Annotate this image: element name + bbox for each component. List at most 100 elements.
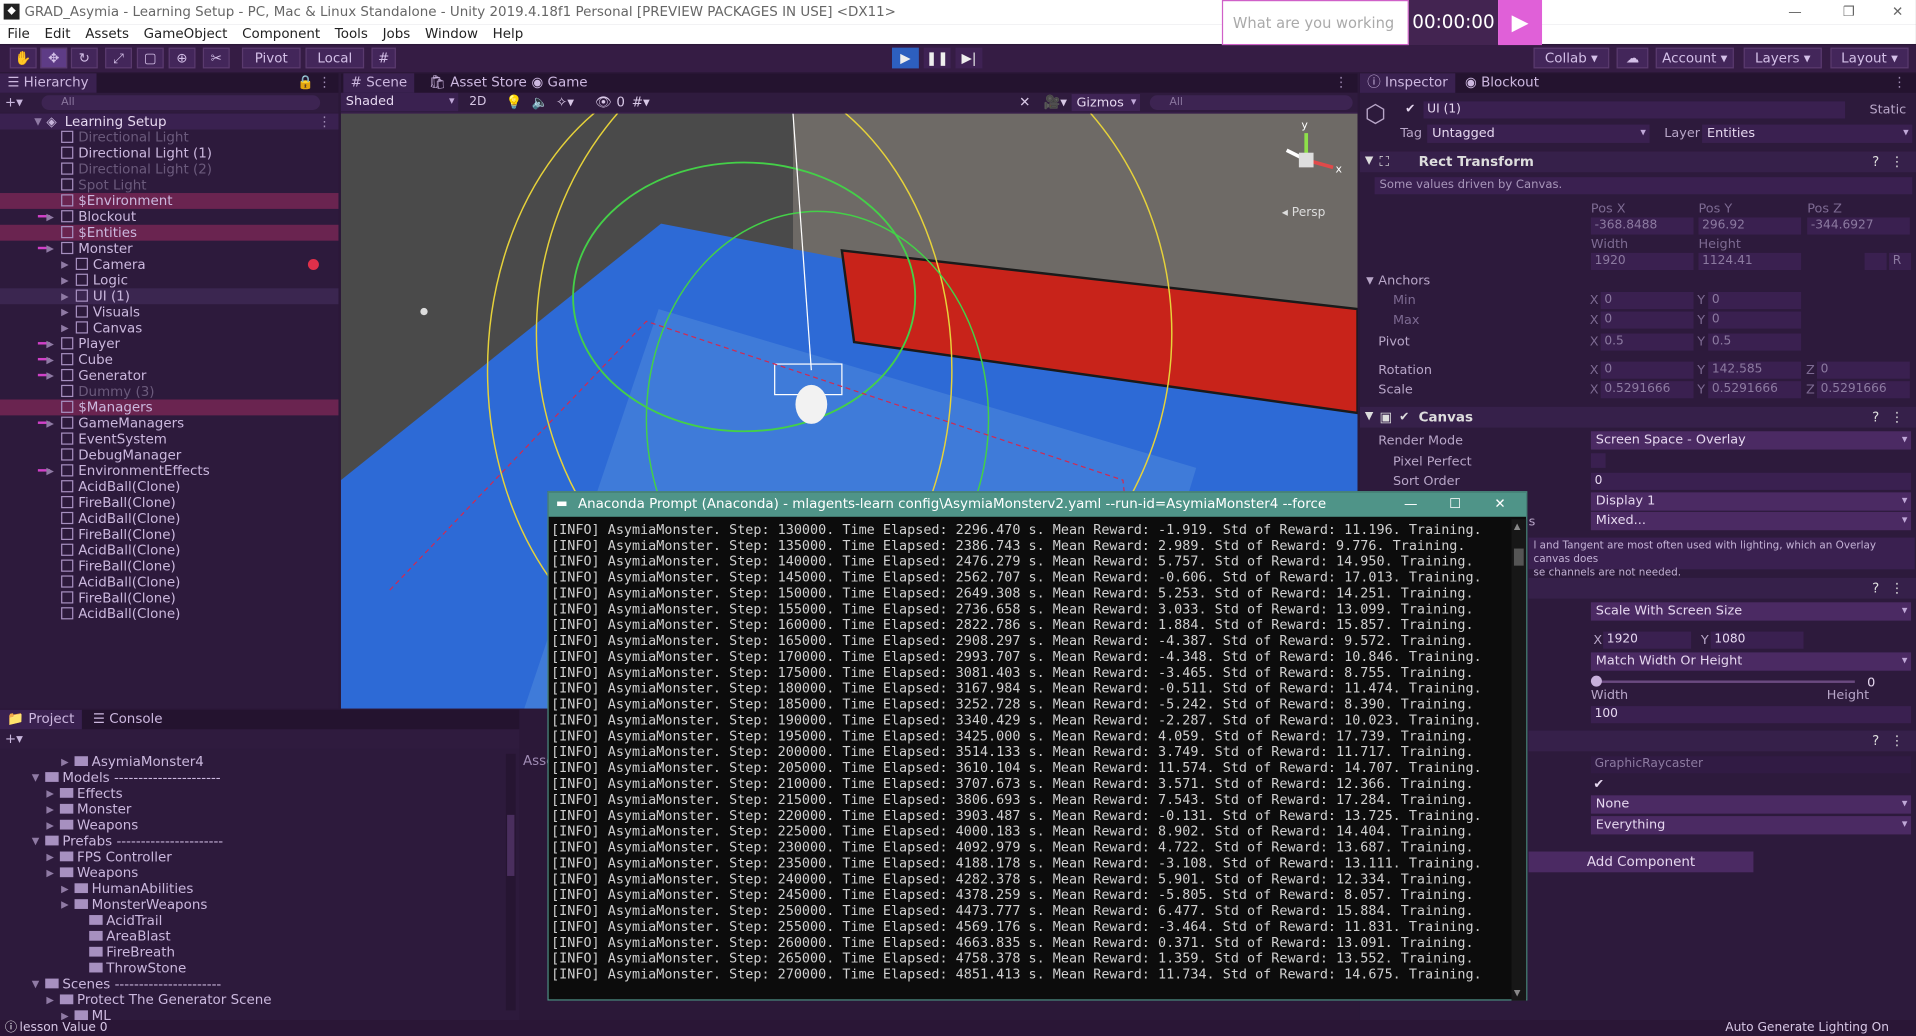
collapse-arrow-icon[interactable]: ▼ — [1366, 275, 1374, 286]
scale-field[interactable]: 0.5291666 — [1816, 381, 1910, 399]
pivot-field[interactable]: 0.5 — [1708, 333, 1802, 351]
ui-scale-mode-dropdown[interactable]: Scale With Screen Size — [1590, 602, 1912, 621]
expand-arrow-icon[interactable]: ▶ — [61, 288, 69, 304]
menu-assets[interactable]: Assets — [85, 24, 129, 44]
project-folder-item[interactable]: ▼ Models ---------------------- — [0, 770, 519, 786]
rotation-field[interactable]: 142.585 — [1708, 361, 1802, 379]
lock-icon[interactable]: 🔒 — [297, 73, 314, 93]
project-folder-item[interactable]: AreaBlast — [0, 928, 519, 944]
hierarchy-item[interactable]: FireBall(Clone) — [0, 495, 338, 511]
help-icon[interactable]: ? — [1872, 407, 1879, 428]
hierarchy-item[interactable]: AcidBall(Clone) — [0, 511, 338, 527]
tag-dropdown[interactable]: Untagged — [1427, 124, 1650, 143]
project-folder-item[interactable]: ThrowStone — [0, 960, 519, 976]
hierarchy-item[interactable]: ▶ Visuals — [0, 304, 338, 320]
collab-dropdown[interactable]: Collab ▾ — [1533, 47, 1610, 69]
raw-edit-button[interactable]: R — [1889, 252, 1912, 270]
hierarchy-item[interactable]: Directional Light (2) — [0, 161, 338, 177]
tab-project[interactable]: 📁 Project — [0, 709, 82, 730]
hierarchy-item[interactable]: AcidBall(Clone) — [0, 574, 338, 590]
hierarchy-item[interactable]: Directional Light — [0, 130, 338, 145]
hierarchy-item[interactable]: ▶ UI (1) — [0, 288, 339, 305]
panel-menu-icon[interactable]: ⋮ — [318, 73, 331, 93]
anaconda-prompt-window[interactable]: ▬ Anaconda Prompt (Anaconda) - mlagents-… — [547, 491, 1528, 1001]
pos-field[interactable]: -368.8488 — [1590, 217, 1694, 235]
pause-button[interactable]: ❚❚ — [923, 47, 951, 69]
expand-arrow-icon[interactable]: ▶ — [46, 865, 54, 881]
timer-play-button[interactable]: ▶ — [1498, 0, 1543, 46]
move-tool-icon[interactable]: ✥ — [40, 47, 68, 69]
terminal-minimize-button[interactable]: — — [1404, 492, 1417, 516]
menu-edit[interactable]: Edit — [45, 24, 71, 44]
account-dropdown[interactable]: Account ▾ — [1655, 47, 1734, 69]
scroll-up-icon[interactable]: ▲ — [1514, 522, 1524, 532]
hierarchy-item[interactable]: AcidBall(Clone) — [0, 606, 338, 622]
camera-dropdown-icon[interactable]: 🎥▾ — [1044, 93, 1067, 113]
active-checkbox[interactable]: ✔ — [1405, 103, 1415, 116]
anchor-min-field[interactable]: 0 — [1600, 291, 1694, 310]
project-folder-item[interactable]: ▶ MonsterWeapons — [0, 897, 519, 913]
tab-console[interactable]: ☰ Console — [86, 710, 170, 730]
tab-inspector[interactable]: ⓘ Inspector — [1359, 73, 1456, 93]
component-menu-icon[interactable]: ⋮ — [1890, 151, 1903, 172]
pixel-perfect-checkbox[interactable] — [1590, 453, 1606, 468]
expand-arrow-icon[interactable]: ▶ — [46, 241, 54, 257]
work-search-input[interactable]: What are you working on? — [1221, 0, 1409, 76]
pivot-toggle[interactable]: Pivot — [241, 47, 301, 69]
play-button[interactable]: ▶ — [891, 47, 919, 69]
2d-toggle[interactable]: 2D — [469, 93, 486, 113]
expand-arrow-icon[interactable]: ▶ — [46, 992, 54, 1008]
scene-menu-icon[interactable]: ⋮ — [1334, 73, 1347, 93]
tab-game[interactable]: ◉ Game — [524, 73, 595, 93]
scale-tool-icon[interactable]: ⤢ — [105, 47, 132, 69]
hierarchy-item[interactable]: DebugManager — [0, 447, 338, 463]
snap-grid-icon[interactable]: # — [371, 47, 396, 69]
terminal-scroll-thumb[interactable] — [1513, 548, 1524, 566]
expand-arrow-icon[interactable]: ▶ — [61, 304, 69, 320]
menu-gameobject[interactable]: GameObject — [144, 24, 228, 44]
tab-asset-store[interactable]: 🛍 Asset Store — [422, 73, 535, 93]
sort-order-field[interactable]: 0 — [1590, 472, 1912, 490]
hierarchy-item[interactable]: ▶ Player — [0, 336, 338, 352]
scene-menu-icon[interactable]: ⋮ — [318, 114, 331, 130]
hierarchy-item[interactable]: ▶ EnvironmentEffects — [0, 463, 338, 479]
monster-object[interactable] — [795, 384, 828, 424]
terminal-close-button[interactable]: ✕ — [1494, 492, 1505, 516]
inspector-menu-icon[interactable]: ⋮ — [1893, 73, 1906, 93]
expand-arrow-icon[interactable]: ▼ — [32, 770, 40, 786]
project-folder-item[interactable]: ▶ HumanAbilities — [0, 881, 519, 897]
ignore-reversed-checkbox[interactable]: ✔ — [1593, 777, 1604, 792]
component-menu-icon[interactable]: ⋮ — [1890, 407, 1903, 428]
hierarchy-item[interactable]: AcidBall(Clone) — [0, 479, 338, 495]
step-button[interactable]: ▶| — [955, 47, 983, 69]
expand-arrow-icon[interactable]: ▶ — [46, 336, 54, 352]
expand-arrow-icon[interactable]: ▶ — [46, 368, 54, 384]
pos-field[interactable]: -344.6927 — [1807, 217, 1910, 235]
reference-resolution-x[interactable]: 1920 — [1603, 631, 1692, 649]
terminal-title-bar[interactable]: ▬ Anaconda Prompt (Anaconda) - mlagents-… — [548, 492, 1527, 517]
lighting-toggle-icon[interactable]: 💡 — [506, 93, 523, 113]
match-slider-handle[interactable] — [1590, 675, 1602, 687]
project-folder-item[interactable]: ▶ Weapons — [0, 865, 519, 881]
anchor-max-field[interactable]: 0 — [1708, 311, 1802, 329]
hierarchy-item[interactable]: $Managers — [0, 399, 339, 416]
pivot-field[interactable]: 0.5 — [1600, 333, 1694, 351]
expand-arrow-icon[interactable]: ▶ — [61, 257, 69, 273]
help-icon[interactable]: ? — [1872, 731, 1879, 752]
project-scrollbar-thumb[interactable] — [507, 814, 515, 876]
menu-jobs[interactable]: Jobs — [383, 24, 411, 44]
menu-component[interactable]: Component — [242, 24, 320, 44]
size-field[interactable]: 1124.41 — [1698, 252, 1802, 270]
menu-window[interactable]: Window — [425, 24, 478, 44]
help-icon[interactable]: ? — [1872, 151, 1879, 172]
menu-file[interactable]: File — [7, 24, 30, 44]
canvas-header[interactable]: ▼ ▣ ✔ Canvas ? ⋮ — [1359, 406, 1916, 428]
layout-dropdown[interactable]: Layout ▾ — [1830, 47, 1909, 69]
audio-toggle-icon[interactable]: 🔈 — [532, 93, 549, 113]
add-component-button[interactable]: Add Component — [1528, 851, 1754, 873]
component-menu-icon[interactable]: ⋮ — [1890, 578, 1903, 599]
maximize-button[interactable]: ❐ — [1830, 0, 1867, 24]
hierarchy-item[interactable]: FireBall(Clone) — [0, 590, 338, 606]
size-field[interactable]: 1920 — [1590, 252, 1694, 270]
expand-arrow-icon[interactable]: ▶ — [46, 817, 54, 833]
